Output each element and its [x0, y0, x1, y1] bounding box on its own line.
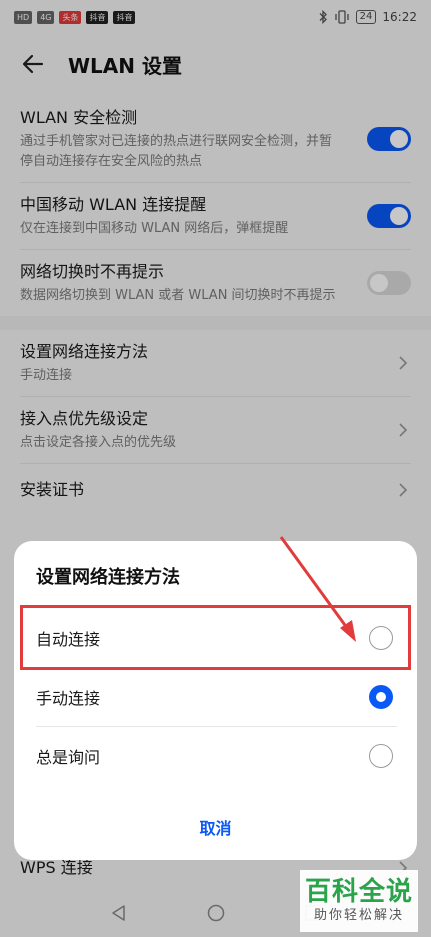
- watermark-main: 百科全说: [304, 877, 413, 907]
- screen: HD 4G 头条 抖音 抖音 24 16:22 WLAN 设置 WLAN 安全检…: [0, 0, 431, 937]
- watermark-sub: 助你轻松解决: [313, 908, 404, 923]
- watermark-logo: 百科全说 助你轻松解决: [300, 870, 418, 932]
- annotation-arrow-icon: [279, 536, 356, 642]
